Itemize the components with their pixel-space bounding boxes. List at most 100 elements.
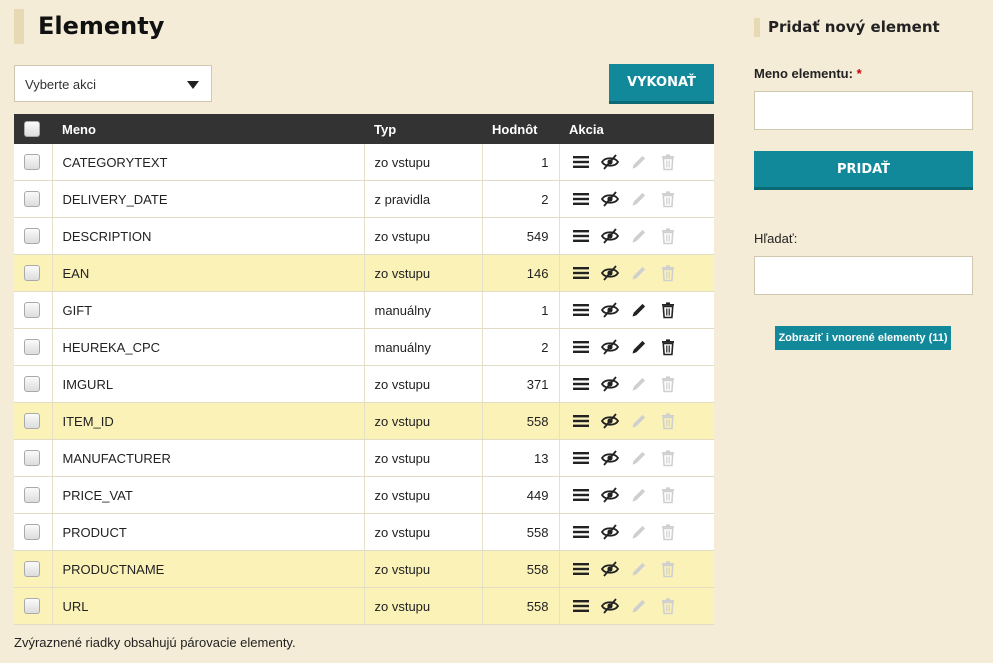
eye-slash-icon[interactable]: [600, 412, 619, 430]
trash-icon: [659, 153, 677, 171]
pencil-icon: [630, 227, 648, 245]
pencil-icon[interactable]: [630, 338, 648, 356]
row-checkbox[interactable]: [24, 524, 40, 541]
trash-icon: [659, 560, 677, 578]
footnote: Zvýraznené riadky obsahujú párovacie ele…: [14, 635, 296, 650]
page-title: Elementy: [14, 9, 164, 44]
pencil-icon: [630, 375, 648, 393]
row-checkbox[interactable]: [24, 228, 40, 245]
column-header-type[interactable]: Typ: [364, 114, 482, 144]
column-header-name[interactable]: Meno: [52, 114, 364, 144]
pencil-icon: [630, 597, 648, 615]
list-icon[interactable]: [572, 301, 590, 319]
row-actions: [559, 587, 714, 625]
list-icon[interactable]: [572, 375, 590, 393]
row-select-cell: [14, 476, 53, 514]
eye-slash-icon[interactable]: [600, 523, 619, 541]
list-icon[interactable]: [572, 338, 590, 356]
eye-slash-icon[interactable]: [600, 597, 619, 615]
table-row: CATEGORYTEXT zo vstupu 1: [14, 144, 714, 181]
search-label: Hľadať:: [754, 231, 798, 246]
eye-slash-icon[interactable]: [600, 486, 619, 504]
eye-slash-icon[interactable]: [600, 560, 619, 578]
list-icon[interactable]: [572, 412, 590, 430]
list-icon[interactable]: [572, 264, 590, 282]
pencil-icon: [630, 560, 648, 578]
row-value: 13: [482, 439, 560, 477]
trash-icon: [659, 597, 677, 615]
element-name-label-text: Meno elementu:: [754, 66, 853, 81]
row-checkbox[interactable]: [24, 154, 40, 171]
pencil-icon: [630, 449, 648, 467]
execute-button[interactable]: VYKONAŤ: [609, 64, 714, 104]
row-select-cell: [14, 365, 53, 403]
column-header-value[interactable]: Hodnôt: [482, 114, 559, 144]
element-name-input[interactable]: [754, 91, 973, 130]
row-actions: [559, 254, 714, 292]
trash-icon[interactable]: [659, 301, 677, 319]
row-actions: [559, 291, 714, 329]
row-checkbox[interactable]: [24, 487, 40, 504]
table-header-row: Meno Typ Hodnôt Akcia: [14, 114, 714, 144]
bulk-action-select[interactable]: Vyberte akci: [14, 65, 212, 102]
row-value: 371: [482, 365, 560, 403]
search-input[interactable]: [754, 256, 973, 295]
eye-slash-icon[interactable]: [600, 301, 619, 319]
eye-slash-icon[interactable]: [600, 338, 619, 356]
pencil-icon: [630, 264, 648, 282]
row-actions: [559, 144, 714, 181]
list-icon[interactable]: [572, 227, 590, 245]
row-checkbox[interactable]: [24, 302, 40, 319]
show-nested-button[interactable]: Zobraziť i vnorené elementy (11): [775, 326, 951, 350]
row-checkbox[interactable]: [24, 376, 40, 393]
row-select-cell: [14, 217, 53, 255]
trash-icon: [659, 449, 677, 467]
row-type: zo vstupu: [364, 365, 483, 403]
eye-slash-icon[interactable]: [600, 375, 619, 393]
list-icon[interactable]: [572, 153, 590, 171]
pencil-icon[interactable]: [630, 301, 648, 319]
row-value: 2: [482, 180, 560, 218]
row-name: MANUFACTURER: [52, 439, 365, 477]
select-all-checkbox[interactable]: [24, 121, 40, 138]
eye-slash-icon[interactable]: [600, 227, 619, 245]
row-actions: [559, 476, 714, 514]
table-row: PRODUCT zo vstupu 558: [14, 513, 714, 551]
eye-slash-icon[interactable]: [600, 264, 619, 282]
list-icon[interactable]: [572, 523, 590, 541]
row-checkbox[interactable]: [24, 413, 40, 430]
trash-icon: [659, 486, 677, 504]
eye-slash-icon[interactable]: [600, 449, 619, 467]
row-checkbox[interactable]: [24, 598, 40, 615]
row-select-cell: [14, 180, 53, 218]
row-value: 449: [482, 476, 560, 514]
row-name: PRICE_VAT: [52, 476, 365, 514]
list-icon[interactable]: [572, 449, 590, 467]
row-type: zo vstupu: [364, 439, 483, 477]
row-actions: [559, 180, 714, 218]
list-icon[interactable]: [572, 190, 590, 208]
row-name: URL: [52, 587, 365, 625]
add-element-button[interactable]: PRIDAŤ: [754, 151, 973, 190]
row-checkbox[interactable]: [24, 265, 40, 282]
list-icon[interactable]: [572, 597, 590, 615]
row-checkbox[interactable]: [24, 339, 40, 356]
eye-slash-icon[interactable]: [600, 190, 619, 208]
row-type: zo vstupu: [364, 550, 483, 588]
list-icon[interactable]: [572, 486, 590, 504]
row-checkbox[interactable]: [24, 191, 40, 208]
row-actions: [559, 550, 714, 588]
row-name: ITEM_ID: [52, 402, 365, 440]
list-icon[interactable]: [572, 560, 590, 578]
row-actions: [559, 328, 714, 366]
row-checkbox[interactable]: [24, 450, 40, 467]
table-row: ITEM_ID zo vstupu 558: [14, 402, 714, 440]
row-name: EAN: [52, 254, 365, 292]
pencil-icon: [630, 412, 648, 430]
row-name: HEUREKA_CPC: [52, 328, 365, 366]
row-type: zo vstupu: [364, 476, 483, 514]
row-checkbox[interactable]: [24, 561, 40, 578]
row-name: PRODUCT: [52, 513, 365, 551]
trash-icon[interactable]: [659, 338, 677, 356]
eye-slash-icon[interactable]: [600, 153, 619, 171]
